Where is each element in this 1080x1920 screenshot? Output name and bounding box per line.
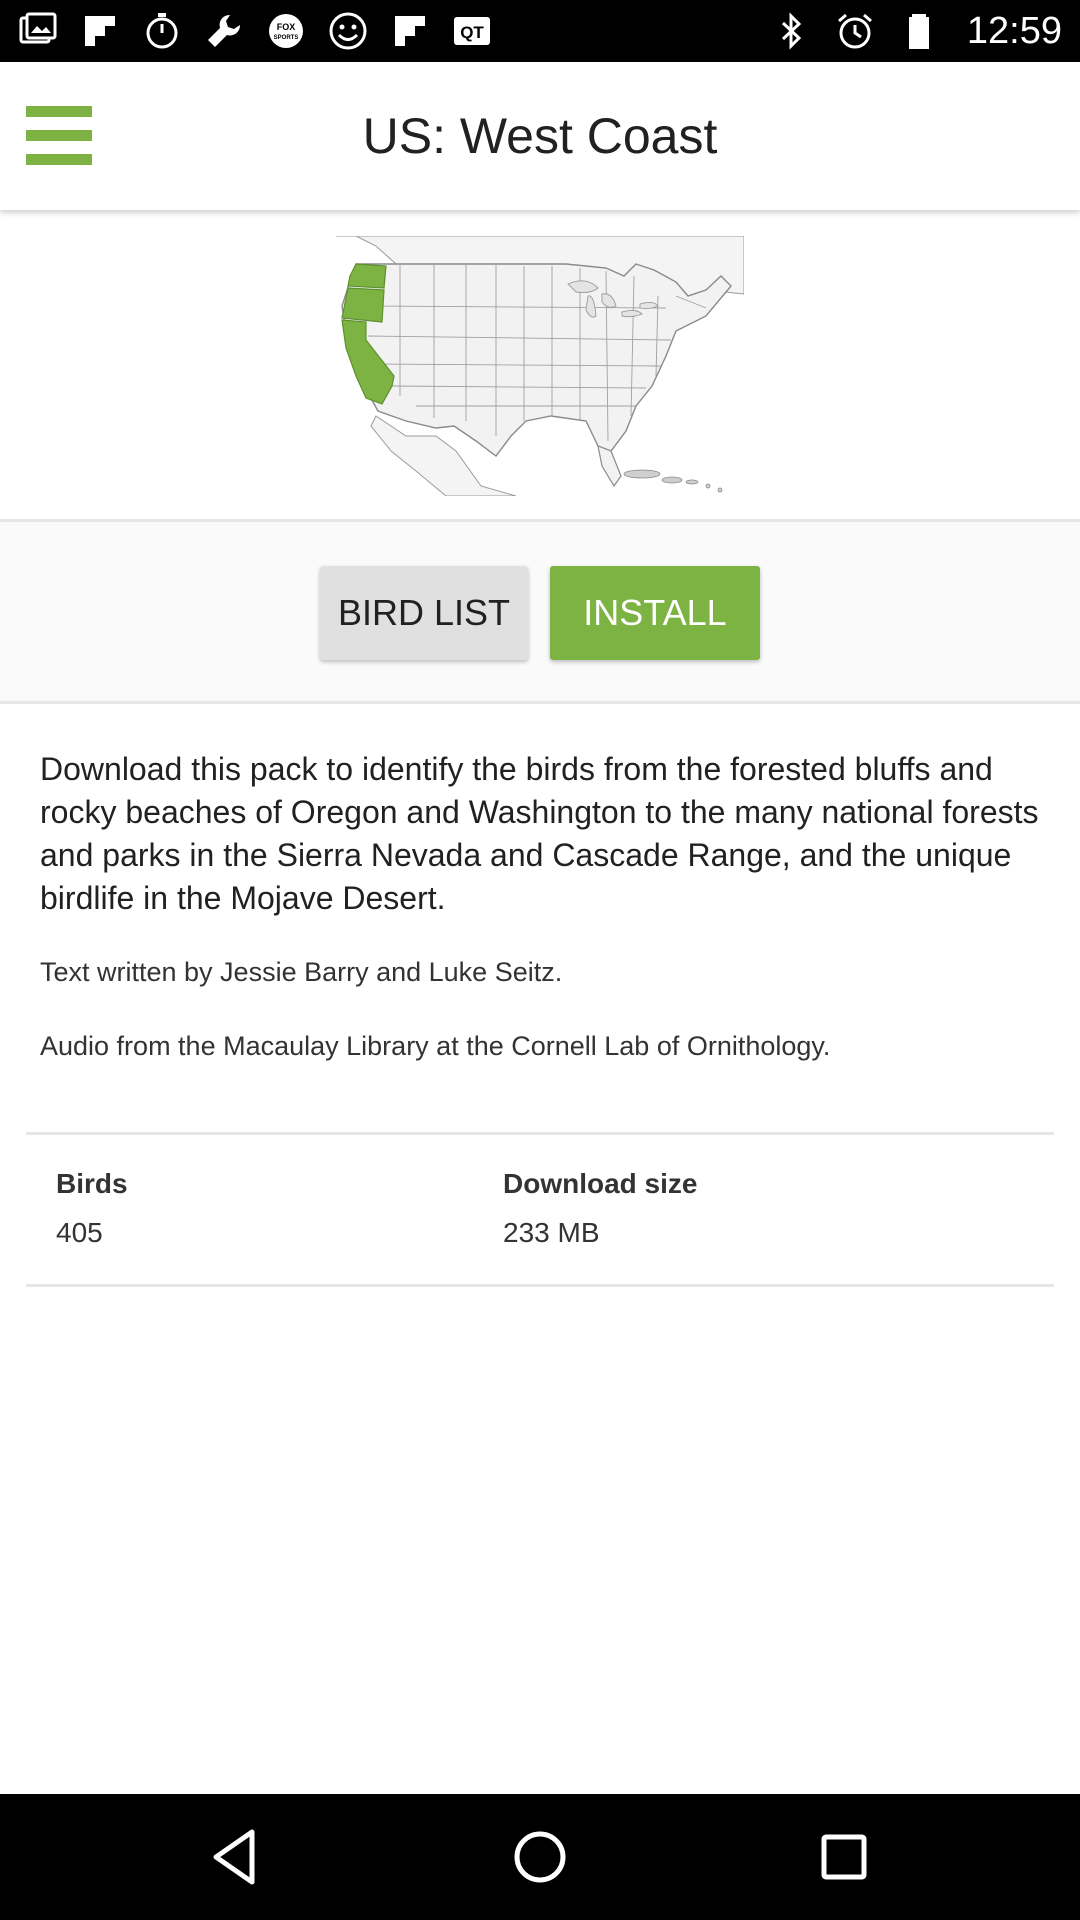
fox-sports-icon: FOX SPORTS (266, 11, 306, 51)
svg-text:SPORTS: SPORTS (274, 35, 299, 41)
flipboard-icon (390, 11, 430, 51)
region-map (336, 235, 745, 497)
back-icon[interactable] (204, 1824, 270, 1890)
smiley-icon (328, 11, 368, 51)
region-map-section (0, 210, 1080, 522)
app-toolbar: US: West Coast (0, 62, 1080, 210)
divider (26, 1132, 1054, 1135)
recents-icon[interactable] (811, 1824, 877, 1890)
text-credit: Text written by Jessie Barry and Luke Se… (40, 957, 563, 987)
system-navigation-bar (0, 1794, 1080, 1920)
photos-icon (18, 11, 58, 51)
divider (26, 1284, 1054, 1287)
download-size-value: 233 MB (503, 1217, 600, 1248)
audio-credit: Audio from the Macaulay Library at the C… (40, 1031, 831, 1061)
svg-text:QT: QT (460, 23, 484, 42)
wrench-icon (204, 11, 244, 51)
flipboard-icon (80, 11, 120, 51)
qt-icon: QT (452, 11, 492, 51)
pack-description: Download this pack to identify the birds… (40, 751, 1039, 916)
bird-list-button[interactable]: BIRD LIST (320, 566, 528, 660)
birds-count: 405 (56, 1217, 103, 1248)
download-size-label: Download size (503, 1168, 698, 1199)
battery-icon (899, 11, 939, 51)
notification-icons: FOX SPORTS QT (18, 10, 492, 52)
action-bar: BIRD LIST INSTALL (0, 522, 1080, 704)
home-icon[interactable] (507, 1824, 573, 1890)
alarm-icon (835, 11, 875, 51)
page-title: US: West Coast (362, 108, 718, 164)
hamburger-menu-icon[interactable] (26, 106, 92, 166)
svg-text:FOX: FOX (277, 22, 296, 32)
status-bar: FOX SPORTS QT 12:59 (0, 0, 1080, 62)
timer-icon (142, 11, 182, 51)
system-icons: 12:59 (771, 10, 1062, 52)
birds-label: Birds (56, 1168, 128, 1199)
bluetooth-icon (771, 11, 811, 51)
install-button[interactable]: INSTALL (550, 566, 760, 660)
clock: 12:59 (966, 9, 1062, 52)
